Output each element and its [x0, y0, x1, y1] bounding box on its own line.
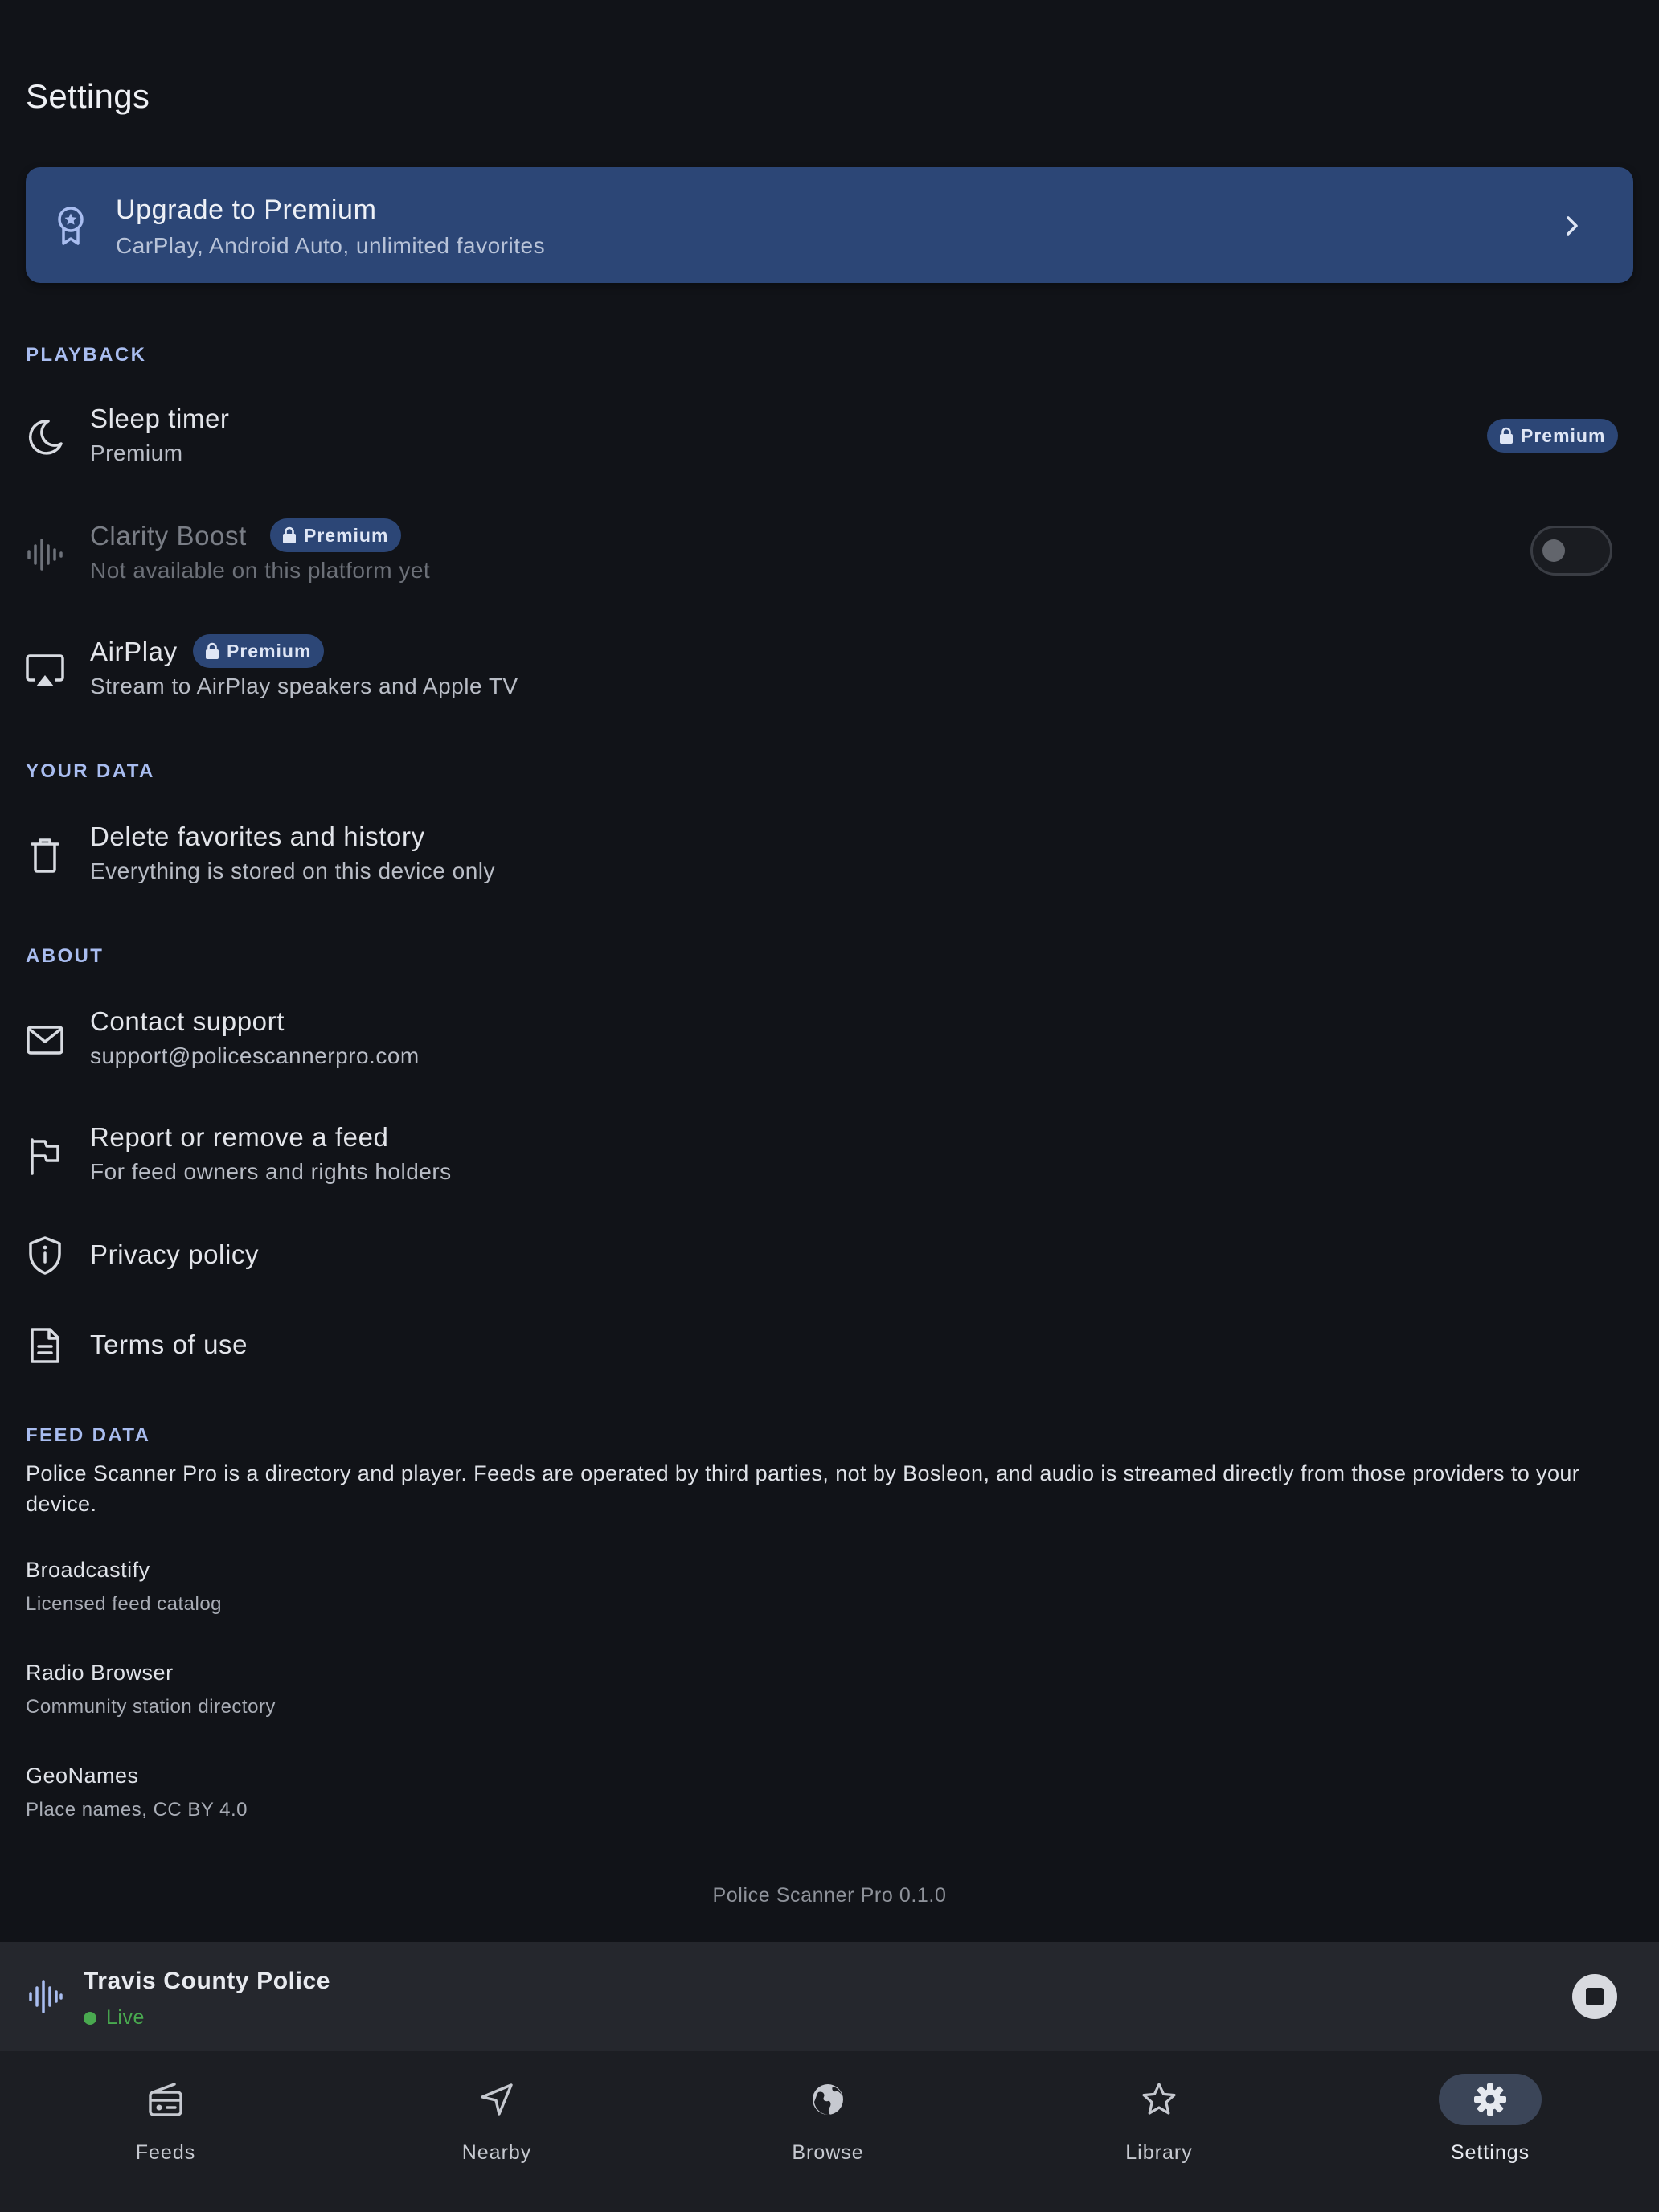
toggle-knob: [1542, 539, 1565, 562]
source-name: Broadcastify: [26, 1558, 150, 1582]
contact-support-row[interactable]: Contact support support@policescannerpro…: [0, 997, 1659, 1080]
source-description: Community station directory: [26, 1696, 276, 1718]
award-ribbon-icon: [58, 207, 84, 245]
premium-badge-label: Premium: [304, 524, 389, 546]
source-description: Licensed feed catalog: [26, 1593, 223, 1615]
premium-banner-title: Upgrade to Premium: [116, 195, 377, 225]
nav-icon-container: [445, 2074, 548, 2125]
bottom-navigation: Feeds Nearby Browse Library Settings: [0, 2051, 1659, 2212]
source-name: Radio Browser: [26, 1661, 174, 1685]
nav-item-settings[interactable]: Settings: [1325, 2051, 1656, 2212]
privacy-policy-row[interactable]: Privacy policy: [0, 1228, 1659, 1283]
section-header-feed-data: FEED DATA: [26, 1424, 151, 1446]
contact-support-title: Contact support: [90, 1006, 285, 1036]
now-playing-bar[interactable]: Travis County Police Live: [0, 1942, 1659, 2051]
feed-data-description: Police Scanner Pro is a directory and pl…: [26, 1461, 1580, 1516]
nav-item-browse[interactable]: Browse: [662, 2051, 993, 2212]
globe-icon: [813, 2084, 843, 2116]
trash-icon: [31, 838, 59, 873]
flag-icon: [31, 1138, 59, 1175]
moon-icon: [28, 420, 63, 455]
premium-badge: Premium: [1487, 419, 1619, 453]
report-feed-subtitle: For feed owners and rights holders: [90, 1159, 452, 1184]
lock-icon: [206, 642, 219, 659]
shield-info-icon: [29, 1236, 61, 1275]
clarity-boost-title: Clarity Boost: [90, 521, 247, 551]
audio-waveform-icon: [29, 1980, 63, 2013]
clarity-boost-subtitle: Not available on this platform yet: [90, 558, 431, 583]
star-icon: [1142, 2083, 1176, 2115]
live-status-label: Live: [106, 2006, 145, 2029]
nav-label: Library: [1125, 2141, 1193, 2164]
nav-label: Browse: [792, 2141, 864, 2164]
report-feed-row[interactable]: Report or remove a feed For feed owners …: [0, 1112, 1659, 1196]
privacy-policy-title: Privacy policy: [90, 1239, 260, 1269]
nav-label: Nearby: [461, 2141, 532, 2164]
clarity-boost-row[interactable]: Clarity Boost Premium Not available on t…: [0, 510, 1659, 593]
mail-icon: [27, 1026, 63, 1055]
nav-icon-container: [1439, 2074, 1542, 2125]
premium-badge: Premium: [270, 518, 402, 552]
lock-icon: [1500, 427, 1513, 444]
nav-item-feeds[interactable]: Feeds: [0, 2051, 331, 2212]
gear-icon: [1474, 2083, 1506, 2116]
nav-label: Settings: [1450, 2141, 1530, 2164]
upgrade-premium-banner[interactable]: Upgrade to Premium CarPlay, Android Auto…: [26, 167, 1633, 283]
source-description: Place names, CC BY 4.0: [26, 1799, 248, 1821]
premium-badge-label: Premium: [1521, 424, 1606, 446]
stop-button[interactable]: [1572, 1974, 1617, 2019]
delete-favorites-row[interactable]: Delete favorites and history Everything …: [0, 812, 1659, 895]
nav-item-library[interactable]: Library: [993, 2051, 1325, 2212]
nav-item-nearby[interactable]: Nearby: [331, 2051, 662, 2212]
section-header-about: ABOUT: [26, 945, 104, 967]
nav-icon-container: [114, 2074, 217, 2125]
audio-waveform-icon: [27, 539, 63, 571]
app-version: Police Scanner Pro 0.1.0: [712, 1884, 947, 1907]
premium-banner-subtitle: CarPlay, Android Auto, unlimited favorit…: [116, 233, 546, 258]
terms-of-use-title: Terms of use: [90, 1329, 248, 1359]
airplay-row[interactable]: AirPlay Premium Stream to AirPlay speake…: [0, 625, 1659, 709]
nav-icon-container: [776, 2074, 879, 2125]
radio-icon: [149, 2083, 182, 2116]
document-icon: [31, 1328, 59, 1363]
airplay-title: AirPlay: [90, 637, 178, 666]
source-name: GeoNames: [26, 1763, 139, 1788]
report-feed-title: Report or remove a feed: [90, 1122, 389, 1152]
nav-label: Feeds: [135, 2141, 196, 2164]
airplay-icon: [26, 654, 64, 686]
premium-badge-label: Premium: [227, 640, 312, 662]
chevron-right-icon: [1567, 216, 1578, 236]
clarity-boost-toggle[interactable]: [1530, 526, 1612, 576]
live-dot-icon: [84, 2011, 96, 2025]
premium-badge: Premium: [193, 634, 325, 668]
now-playing-title: Travis County Police: [84, 1968, 331, 1994]
terms-of-use-row[interactable]: Terms of use: [0, 1318, 1659, 1373]
nav-icon-container: [1108, 2074, 1210, 2125]
delete-favorites-title: Delete favorites and history: [90, 821, 425, 851]
contact-support-subtitle: support@policescannerpro.com: [90, 1043, 420, 1068]
sleep-timer-title: Sleep timer: [90, 403, 230, 433]
lock-icon: [283, 526, 296, 543]
settings-screen: Settings Upgrade to Premium CarPlay, And…: [0, 0, 1659, 2212]
sleep-timer-row[interactable]: Sleep timer Premium Premium: [0, 394, 1659, 477]
navigation-arrow-icon: [481, 2083, 513, 2116]
airplay-subtitle: Stream to AirPlay speakers and Apple TV: [90, 674, 518, 698]
sleep-timer-subtitle: Premium: [90, 440, 183, 465]
live-status: Live: [84, 2006, 145, 2030]
section-header-playback: PLAYBACK: [26, 344, 147, 366]
stop-icon: [1586, 1988, 1604, 2005]
delete-favorites-subtitle: Everything is stored on this device only: [90, 858, 496, 883]
section-header-your-data: YOUR DATA: [26, 760, 155, 782]
page-title: Settings: [26, 77, 150, 115]
